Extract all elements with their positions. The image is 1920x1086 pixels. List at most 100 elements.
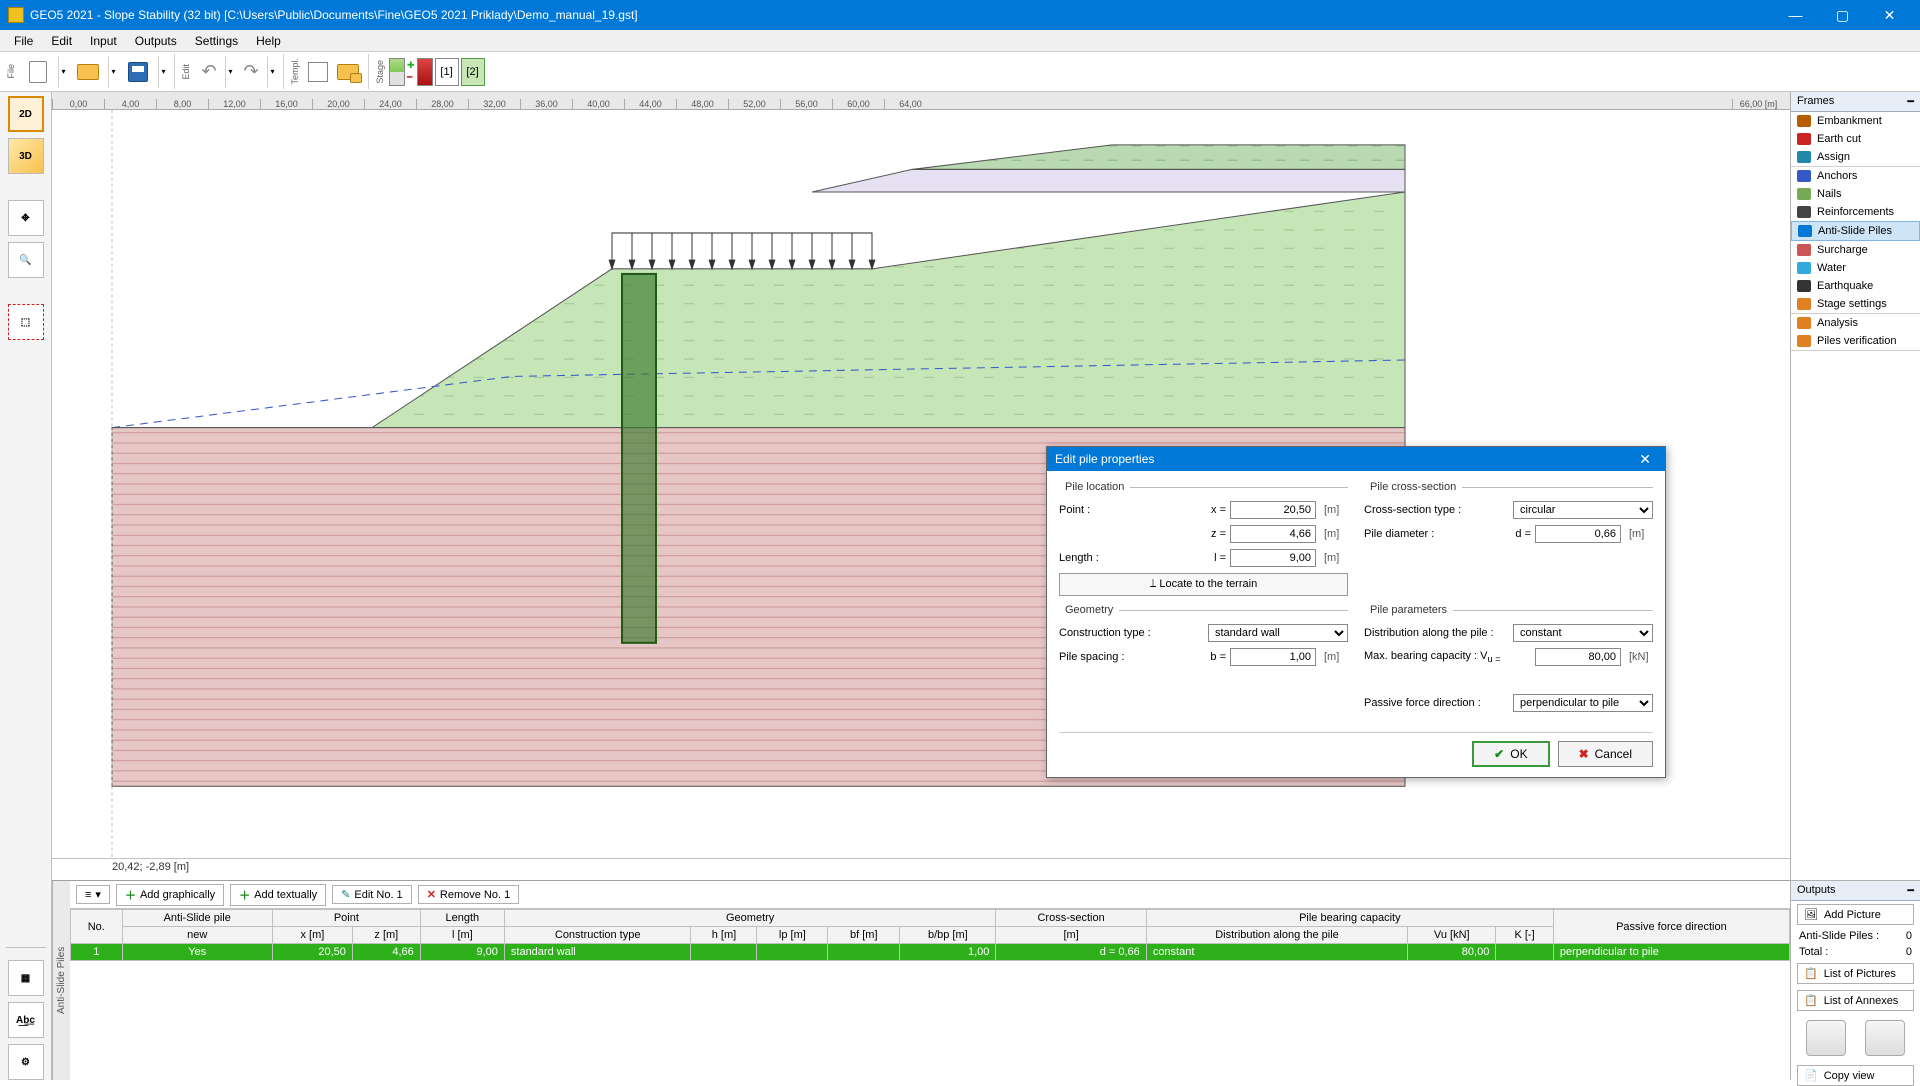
print-button-2[interactable] xyxy=(1865,1020,1905,1056)
frame-item-water[interactable]: Water xyxy=(1791,259,1920,277)
edit-pile-dialog: Edit pile properties ✕ Pile location Poi… xyxy=(1046,446,1666,778)
redo-dropdown[interactable]: ▾ xyxy=(267,56,277,88)
spacing-input[interactable] xyxy=(1230,648,1316,666)
frame-item-anchors[interactable]: Anchors xyxy=(1791,167,1920,185)
horizontal-ruler: 0,004,008,0012,0016,0020,0024,0028,0032,… xyxy=(52,92,1790,110)
view-2d-button[interactable]: 2D xyxy=(8,96,44,132)
z-input[interactable] xyxy=(1230,525,1316,543)
remove-row-button[interactable]: ✕Remove No. 1 xyxy=(418,885,520,904)
assign-icon xyxy=(1797,151,1811,163)
length-input[interactable] xyxy=(1230,549,1316,567)
menubar: File Edit Input Outputs Settings Help xyxy=(0,30,1920,52)
bottom-side-tab[interactable]: Anti-Slide Piles xyxy=(52,881,70,1080)
open-file-dropdown[interactable]: ▾ xyxy=(108,56,118,88)
construction-type-select[interactable]: standard wall xyxy=(1208,624,1348,642)
frame-item-earth-cut[interactable]: Earth cut xyxy=(1791,130,1920,148)
grid-button[interactable]: ▦ xyxy=(8,960,44,996)
copy-button[interactable] xyxy=(334,56,362,88)
menu-edit[interactable]: Edit xyxy=(43,32,80,50)
dialog-cancel-button[interactable]: ✖Cancel xyxy=(1558,741,1653,767)
stage-group-label: Stage xyxy=(373,60,387,84)
new-file-button[interactable] xyxy=(20,56,56,88)
piles-verification-icon xyxy=(1797,335,1811,347)
minimize-button[interactable]: — xyxy=(1773,1,1818,29)
selection-box-button[interactable]: ⬚ xyxy=(8,304,44,340)
list-pictures-button[interactable]: 📋 List of Pictures xyxy=(1797,963,1914,984)
close-button[interactable]: ✕ xyxy=(1867,1,1912,29)
menu-outputs[interactable]: Outputs xyxy=(127,32,185,50)
stage-2-tab[interactable]: [2] xyxy=(461,58,485,86)
construction-type-label: Construction type : xyxy=(1059,627,1204,639)
settings-gear-button[interactable]: ⚙ xyxy=(8,1044,44,1080)
point-label: Point : xyxy=(1059,504,1196,516)
pan-button[interactable]: ✥ xyxy=(8,200,44,236)
edit-row-button[interactable]: ✎Edit No. 1 xyxy=(332,885,412,904)
frame-item-reinforcements[interactable]: Reinforcements xyxy=(1791,203,1920,221)
frame-item-assign[interactable]: Assign xyxy=(1791,148,1920,166)
maximize-button[interactable]: ▢ xyxy=(1820,1,1865,29)
passive-force-select[interactable]: perpendicular to pile xyxy=(1513,694,1653,712)
menu-settings[interactable]: Settings xyxy=(187,32,246,50)
dialog-titlebar[interactable]: Edit pile properties ✕ xyxy=(1047,447,1665,471)
frame-item-surcharge[interactable]: Surcharge xyxy=(1791,241,1920,259)
copy-view-button[interactable]: 📄 Copy view xyxy=(1797,1065,1914,1086)
diameter-label: Pile diameter : xyxy=(1364,528,1501,540)
frame-item-stage-settings[interactable]: Stage settings xyxy=(1791,295,1920,313)
window-titlebar: GEO5 2021 - Slope Stability (32 bit) [C:… xyxy=(0,0,1920,30)
templ-group-label: Templ. xyxy=(288,58,302,85)
labels-button[interactable]: A͟b͟c xyxy=(8,1002,44,1038)
dialog-close-icon[interactable]: ✕ xyxy=(1633,451,1657,468)
frame-item-analysis[interactable]: Analysis xyxy=(1791,314,1920,332)
piles-table[interactable]: No. Anti-Slide pile Point Length Geometr… xyxy=(70,909,1790,1080)
distribution-select[interactable]: constant xyxy=(1513,624,1653,642)
redo-button[interactable]: ↷ xyxy=(237,56,265,88)
menu-file[interactable]: File xyxy=(6,32,41,50)
menu-input[interactable]: Input xyxy=(82,32,125,50)
view-3d-button[interactable]: 3D xyxy=(8,138,44,174)
save-button[interactable] xyxy=(120,56,156,88)
anchors-icon xyxy=(1797,170,1811,182)
new-file-dropdown[interactable]: ▾ xyxy=(58,56,68,88)
zoom-button[interactable]: 🔍 xyxy=(8,242,44,278)
cs-type-select[interactable]: circular xyxy=(1513,501,1653,519)
undo-dropdown[interactable]: ▾ xyxy=(225,56,235,88)
capacity-input[interactable] xyxy=(1535,648,1621,666)
add-picture-button[interactable]: 🖼 Add Picture xyxy=(1797,904,1914,925)
table-toolbar: ≡ ▾ ＋Add graphically ＋Add textually ✎Edi… xyxy=(70,881,1790,909)
save-dropdown[interactable]: ▾ xyxy=(158,56,168,88)
frames-collapse-icon[interactable]: ━ xyxy=(1907,95,1914,108)
add-textually-button[interactable]: ＋Add textually xyxy=(230,884,326,906)
stage-indicator[interactable] xyxy=(389,58,405,86)
menu-help[interactable]: Help xyxy=(248,32,289,50)
frame-item-earthquake[interactable]: Earthquake xyxy=(1791,277,1920,295)
add-stage-icon[interactable]: ✚ xyxy=(407,60,415,71)
dialog-title: Edit pile properties xyxy=(1055,452,1154,466)
add-graphically-button[interactable]: ＋Add graphically xyxy=(116,884,224,906)
template-button[interactable] xyxy=(304,56,332,88)
print-button-1[interactable] xyxy=(1806,1020,1846,1056)
remove-stage-icon[interactable]: ━ xyxy=(407,72,415,83)
frame-item-anti-slide-piles[interactable]: Anti-Slide Piles xyxy=(1791,221,1920,241)
embankment-icon xyxy=(1797,115,1811,127)
locate-terrain-button[interactable]: ⟘ Locate to the terrain xyxy=(1059,573,1348,596)
frame-item-embankment[interactable]: Embankment xyxy=(1791,112,1920,130)
cross-section-legend: Pile cross-section xyxy=(1364,481,1462,493)
outputs-collapse-icon[interactable]: ━ xyxy=(1907,884,1914,897)
frame-item-piles-verification[interactable]: Piles verification xyxy=(1791,332,1920,350)
open-file-button[interactable] xyxy=(70,56,106,88)
stage-1-tab[interactable]: [1] xyxy=(435,58,459,86)
x-input[interactable] xyxy=(1230,501,1316,519)
ruler-unit: 66,00 [m] xyxy=(1732,99,1784,109)
undo-button[interactable]: ↶ xyxy=(195,56,223,88)
frame-item-nails[interactable]: Nails xyxy=(1791,185,1920,203)
table-menu-button[interactable]: ≡ ▾ xyxy=(76,885,110,904)
diameter-input[interactable] xyxy=(1535,525,1621,543)
app-icon xyxy=(8,7,24,23)
stage-settings-icon xyxy=(1797,298,1811,310)
table-row[interactable]: 1 Yes 20,50 4,66 9,00 standard wall 1,00 xyxy=(71,944,1790,961)
reinforcements-icon xyxy=(1797,206,1811,218)
capacity-label: Max. bearing capacity : Vu = xyxy=(1364,650,1531,664)
frames-panel: Frames━ EmbankmentEarth cutAssignAnchors… xyxy=(1790,92,1920,880)
dialog-ok-button[interactable]: ✔OK xyxy=(1472,741,1549,767)
list-annexes-button[interactable]: 📋 List of Annexes xyxy=(1797,990,1914,1011)
